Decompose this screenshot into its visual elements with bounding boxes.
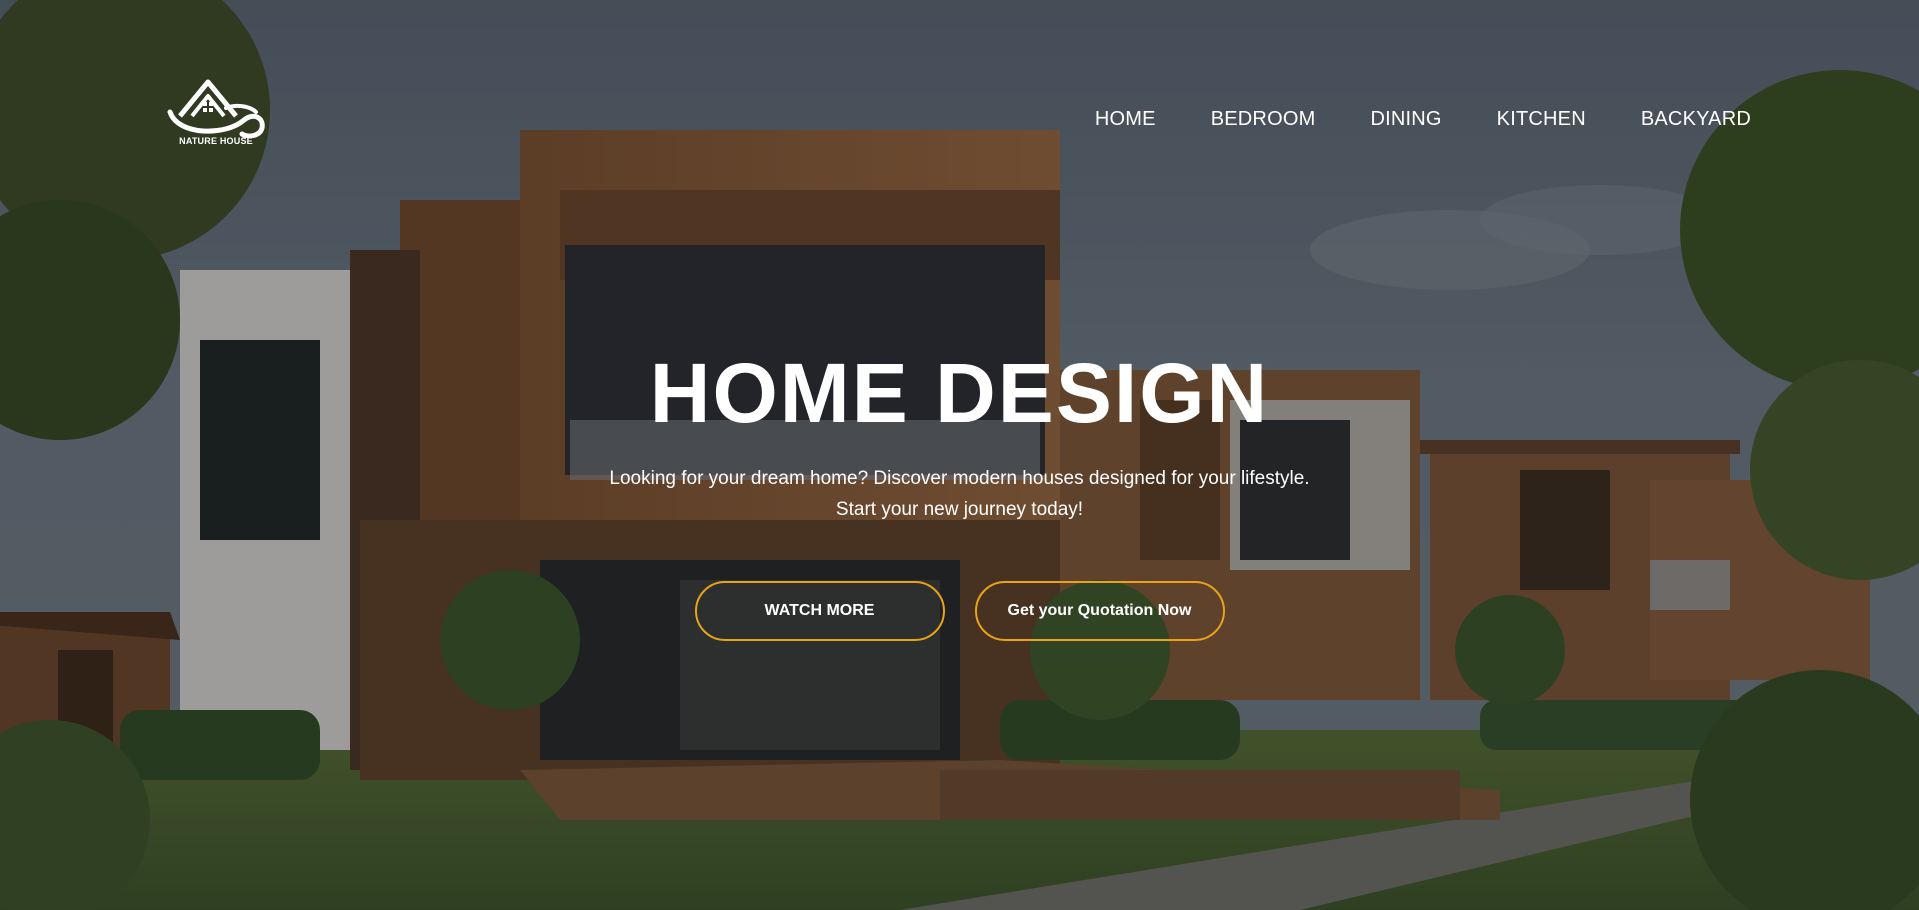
main-nav: HOME BEDROOM DINING KITCHEN BACKYARD xyxy=(1095,108,1751,131)
logo[interactable]: NATURE HOUSE xyxy=(166,78,270,158)
hero-description-line2: Start your new journey today! xyxy=(835,499,1084,520)
hero-title: HOME DESIGN xyxy=(649,346,1270,440)
hero-content: HOME DESIGN Looking for your dream home?… xyxy=(0,345,1919,641)
nav-item-kitchen[interactable]: KITCHEN xyxy=(1497,108,1586,131)
hero-section: NATURE HOUSE HOME BEDROOM DINING KITCHEN… xyxy=(0,0,1919,910)
hero-buttons: WATCH MORE Get your Quotation Now xyxy=(0,581,1919,641)
house-mountain-wave-icon xyxy=(167,79,265,139)
watch-more-button[interactable]: WATCH MORE xyxy=(694,581,945,641)
nav-item-backyard[interactable]: BACKYARD xyxy=(1641,108,1751,131)
nav-item-bedroom[interactable]: BEDROOM xyxy=(1211,108,1316,131)
get-quotation-button[interactable]: Get your Quotation Now xyxy=(974,581,1225,641)
nav-item-home[interactable]: HOME xyxy=(1095,108,1156,131)
hero-description-line1: Looking for your dream home? Discover mo… xyxy=(609,468,1310,489)
hero-description: Looking for your dream home? Discover mo… xyxy=(0,463,1919,525)
logo-text: NATURE HOUSE xyxy=(179,136,253,146)
nav-item-dining[interactable]: DINING xyxy=(1370,108,1441,131)
